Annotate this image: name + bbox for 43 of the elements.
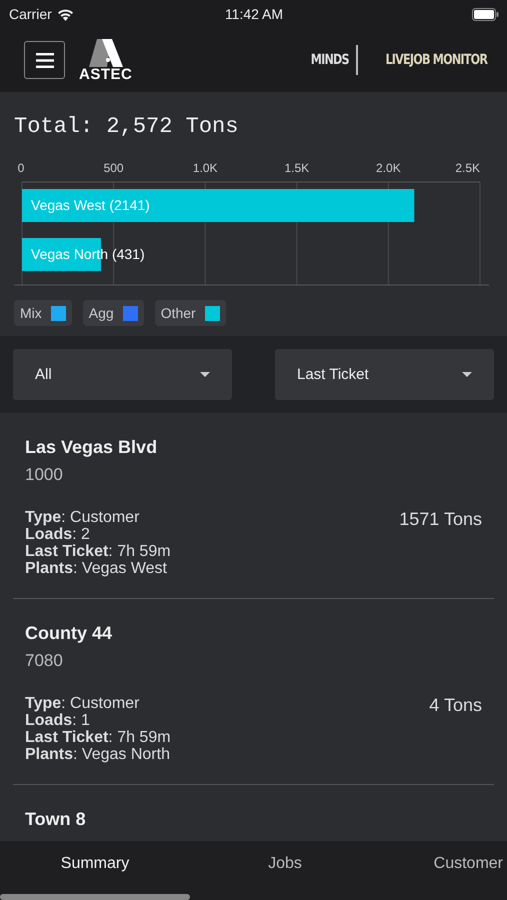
job-name: County 44 [25,623,114,644]
total-tons: Total: 2,572 Tons [14,114,240,139]
tab[interactable]: Customer [380,841,507,894]
carrier-name: Carrier [9,6,52,22]
axis-tick-label: 2.5K [455,161,480,175]
legend-label: Mix [20,305,42,321]
job-name: Town 8 [25,809,87,830]
legend-label: Other [160,305,196,321]
job-field: Type: Customer [25,509,171,526]
axis-tick-label: 0 [18,161,24,175]
product-name: MINDS [311,52,350,68]
job-field: Last Ticket: 7h 59m [25,729,171,746]
axis-tick-label: 2.0K [376,161,401,175]
tab[interactable]: Jobs [190,841,380,894]
dropdown[interactable]: Last Ticket [275,349,494,400]
job-tons: 4 Tons [429,695,483,717]
job-field: Loads: 2 [25,526,171,543]
job-name: Las Vegas Blvd [25,437,158,458]
tab[interactable]: Summary [0,841,190,894]
wifi-icon [56,8,74,20]
caret-icon [462,372,472,377]
caret-icon [200,372,210,377]
menu-icon [36,52,54,68]
job-field: Type: Customer [25,695,171,712]
axis-tick-label: 1.0K [192,161,218,175]
job-tons: 1571 Tons [399,509,483,531]
module-name: LIVEJOB MONITOR [385,52,487,68]
job-number: 7080 [25,651,64,671]
job-number: 1000 [25,465,64,485]
bar-label: Vegas West (2141) [31,197,150,213]
clock: 11:42 AM [224,6,284,22]
legend-label: Agg [88,305,114,321]
axis-tick-label: 500 [104,161,124,175]
job-field: Plants: Vegas North [25,746,171,763]
menu-button[interactable] [24,41,65,79]
dropdown[interactable]: All [13,349,232,400]
job-field: Plants: Vegas West [25,560,171,577]
job-field: Loads: 1 [25,712,171,729]
logo-mark-icon [86,38,125,66]
axis-tick-label: 1.5K [284,161,310,175]
battery-icon [472,8,499,20]
job-field: Last Ticket: 7h 59m [25,543,171,560]
logo-text: ASTEC [79,66,132,82]
